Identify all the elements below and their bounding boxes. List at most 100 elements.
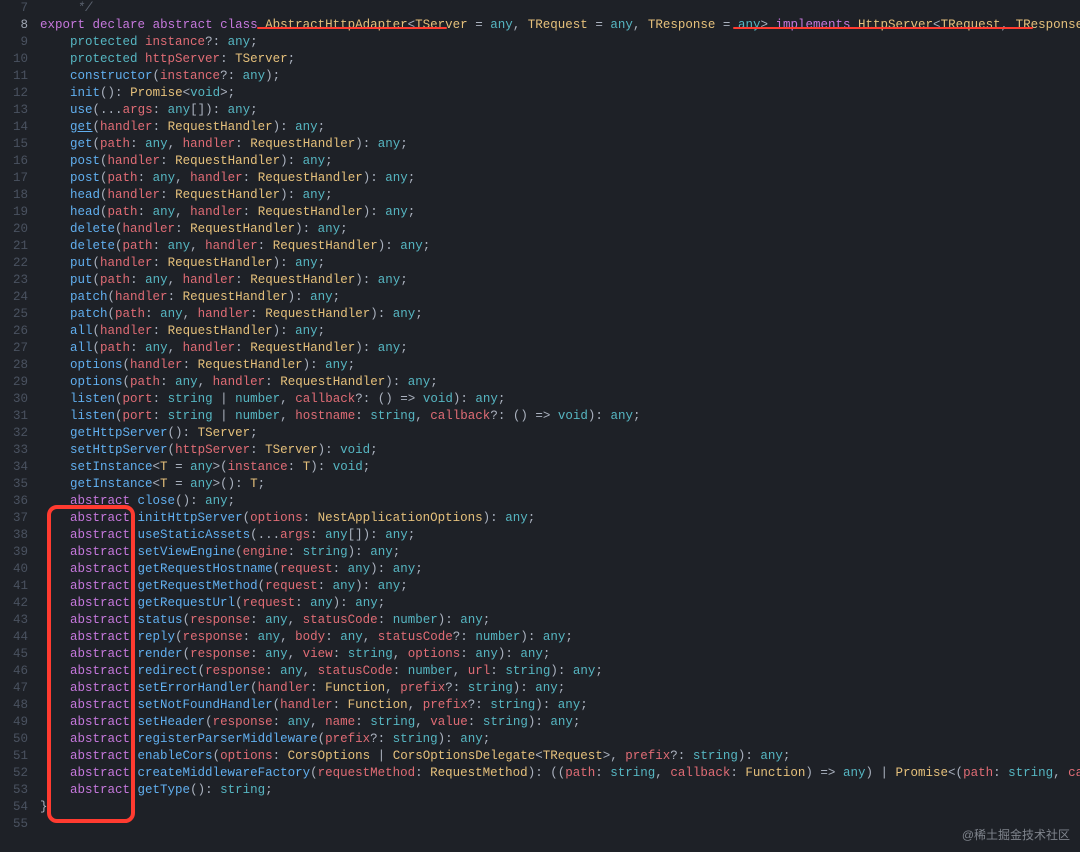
code-line[interactable]: setHttpServer(httpServer: TServer): void… — [40, 442, 1080, 459]
line-number: 9 — [0, 34, 28, 51]
line-number: 20 — [0, 221, 28, 238]
line-number: 45 — [0, 646, 28, 663]
line-number: 52 — [0, 765, 28, 782]
code-line[interactable]: all(path: any, handler: RequestHandler):… — [40, 340, 1080, 357]
line-number: 44 — [0, 629, 28, 646]
line-number: 17 — [0, 170, 28, 187]
line-number: 36 — [0, 493, 28, 510]
line-number: 28 — [0, 357, 28, 374]
line-number: 54 — [0, 799, 28, 816]
line-number: 18 — [0, 187, 28, 204]
line-number: 26 — [0, 323, 28, 340]
line-number: 35 — [0, 476, 28, 493]
line-number: 23 — [0, 272, 28, 289]
code-line[interactable]: options(handler: RequestHandler): any; — [40, 357, 1080, 374]
code-line[interactable]: */ — [40, 0, 1080, 17]
code-line[interactable]: abstract close(): any; — [40, 493, 1080, 510]
code-line[interactable]: abstract registerParserMiddleware(prefix… — [40, 731, 1080, 748]
code-line[interactable]: delete(path: any, handler: RequestHandle… — [40, 238, 1080, 255]
watermark-text: @稀土掘金技术社区 — [962, 827, 1070, 844]
code-line[interactable]: all(handler: RequestHandler): any; — [40, 323, 1080, 340]
line-number-gutter: 7891011121314151617181920212223242526272… — [0, 0, 34, 852]
line-number: 24 — [0, 289, 28, 306]
code-line[interactable]: listen(port: string | number, hostname: … — [40, 408, 1080, 425]
code-editor[interactable]: 7891011121314151617181920212223242526272… — [0, 0, 1080, 852]
code-line[interactable]: abstract setNotFoundHandler(handler: Fun… — [40, 697, 1080, 714]
code-line[interactable]: head(handler: RequestHandler): any; — [40, 187, 1080, 204]
line-number: 11 — [0, 68, 28, 85]
line-number: 47 — [0, 680, 28, 697]
code-line[interactable]: getInstance<T = any>(): T; — [40, 476, 1080, 493]
code-line[interactable]: get(handler: RequestHandler): any; — [40, 119, 1080, 136]
line-number: 37 — [0, 510, 28, 527]
line-number: 14 — [0, 119, 28, 136]
line-number: 32 — [0, 425, 28, 442]
line-number: 34 — [0, 459, 28, 476]
code-line[interactable]: put(handler: RequestHandler): any; — [40, 255, 1080, 272]
code-line[interactable]: protected httpServer: TServer; — [40, 51, 1080, 68]
code-line[interactable]: options(path: any, handler: RequestHandl… — [40, 374, 1080, 391]
line-number: 48 — [0, 697, 28, 714]
line-number: 21 — [0, 238, 28, 255]
line-number: 55 — [0, 816, 28, 833]
line-number: 50 — [0, 731, 28, 748]
code-line[interactable]: abstract useStaticAssets(...args: any[])… — [40, 527, 1080, 544]
code-line[interactable]: protected instance?: any; — [40, 34, 1080, 51]
line-number: 33 — [0, 442, 28, 459]
line-number: 25 — [0, 306, 28, 323]
code-line[interactable]: } — [40, 799, 1080, 816]
line-number: 39 — [0, 544, 28, 561]
code-area[interactable]: */export declare abstract class Abstract… — [34, 0, 1080, 852]
line-number: 31 — [0, 408, 28, 425]
line-number: 8 — [0, 17, 28, 34]
code-line[interactable]: patch(handler: RequestHandler): any; — [40, 289, 1080, 306]
code-line[interactable]: post(handler: RequestHandler): any; — [40, 153, 1080, 170]
code-line[interactable]: abstract enableCors(options: CorsOptions… — [40, 748, 1080, 765]
code-line[interactable]: export declare abstract class AbstractHt… — [40, 17, 1080, 34]
code-line[interactable]: get(path: any, handler: RequestHandler):… — [40, 136, 1080, 153]
code-line[interactable]: abstract setViewEngine(engine: string): … — [40, 544, 1080, 561]
line-number: 41 — [0, 578, 28, 595]
code-line[interactable]: abstract getRequestMethod(request: any):… — [40, 578, 1080, 595]
code-line[interactable]: post(path: any, handler: RequestHandler)… — [40, 170, 1080, 187]
code-line[interactable]: abstract render(response: any, view: str… — [40, 646, 1080, 663]
code-line[interactable]: abstract setHeader(response: any, name: … — [40, 714, 1080, 731]
code-line[interactable]: init(): Promise<void>; — [40, 85, 1080, 102]
code-line[interactable]: abstract createMiddlewareFactory(request… — [40, 765, 1080, 782]
line-number: 7 — [0, 0, 28, 17]
line-number: 16 — [0, 153, 28, 170]
line-number: 29 — [0, 374, 28, 391]
code-line[interactable]: put(path: any, handler: RequestHandler):… — [40, 272, 1080, 289]
line-number: 30 — [0, 391, 28, 408]
line-number: 40 — [0, 561, 28, 578]
code-line[interactable]: use(...args: any[]): any; — [40, 102, 1080, 119]
line-number: 15 — [0, 136, 28, 153]
line-number: 46 — [0, 663, 28, 680]
code-line[interactable]: getHttpServer(): TServer; — [40, 425, 1080, 442]
line-number: 43 — [0, 612, 28, 629]
line-number: 38 — [0, 527, 28, 544]
line-number: 51 — [0, 748, 28, 765]
code-line[interactable]: abstract getRequestHostname(request: any… — [40, 561, 1080, 578]
line-number: 10 — [0, 51, 28, 68]
code-line[interactable]: setInstance<T = any>(instance: T): void; — [40, 459, 1080, 476]
line-number: 42 — [0, 595, 28, 612]
line-number: 53 — [0, 782, 28, 799]
code-line[interactable]: constructor(instance?: any); — [40, 68, 1080, 85]
line-number: 13 — [0, 102, 28, 119]
code-line[interactable]: abstract redirect(response: any, statusC… — [40, 663, 1080, 680]
code-line[interactable]: listen(port: string | number, callback?:… — [40, 391, 1080, 408]
code-line[interactable]: abstract getRequestUrl(request: any): an… — [40, 595, 1080, 612]
code-line[interactable]: abstract status(response: any, statusCod… — [40, 612, 1080, 629]
code-line[interactable]: abstract setErrorHandler(handler: Functi… — [40, 680, 1080, 697]
code-line[interactable]: patch(path: any, handler: RequestHandler… — [40, 306, 1080, 323]
code-line[interactable]: head(path: any, handler: RequestHandler)… — [40, 204, 1080, 221]
code-line[interactable]: abstract reply(response: any, body: any,… — [40, 629, 1080, 646]
line-number: 49 — [0, 714, 28, 731]
line-number: 27 — [0, 340, 28, 357]
code-line[interactable]: abstract initHttpServer(options: NestApp… — [40, 510, 1080, 527]
line-number: 12 — [0, 85, 28, 102]
code-line[interactable]: abstract getType(): string; — [40, 782, 1080, 799]
code-line[interactable]: delete(handler: RequestHandler): any; — [40, 221, 1080, 238]
code-line[interactable] — [40, 816, 1080, 833]
